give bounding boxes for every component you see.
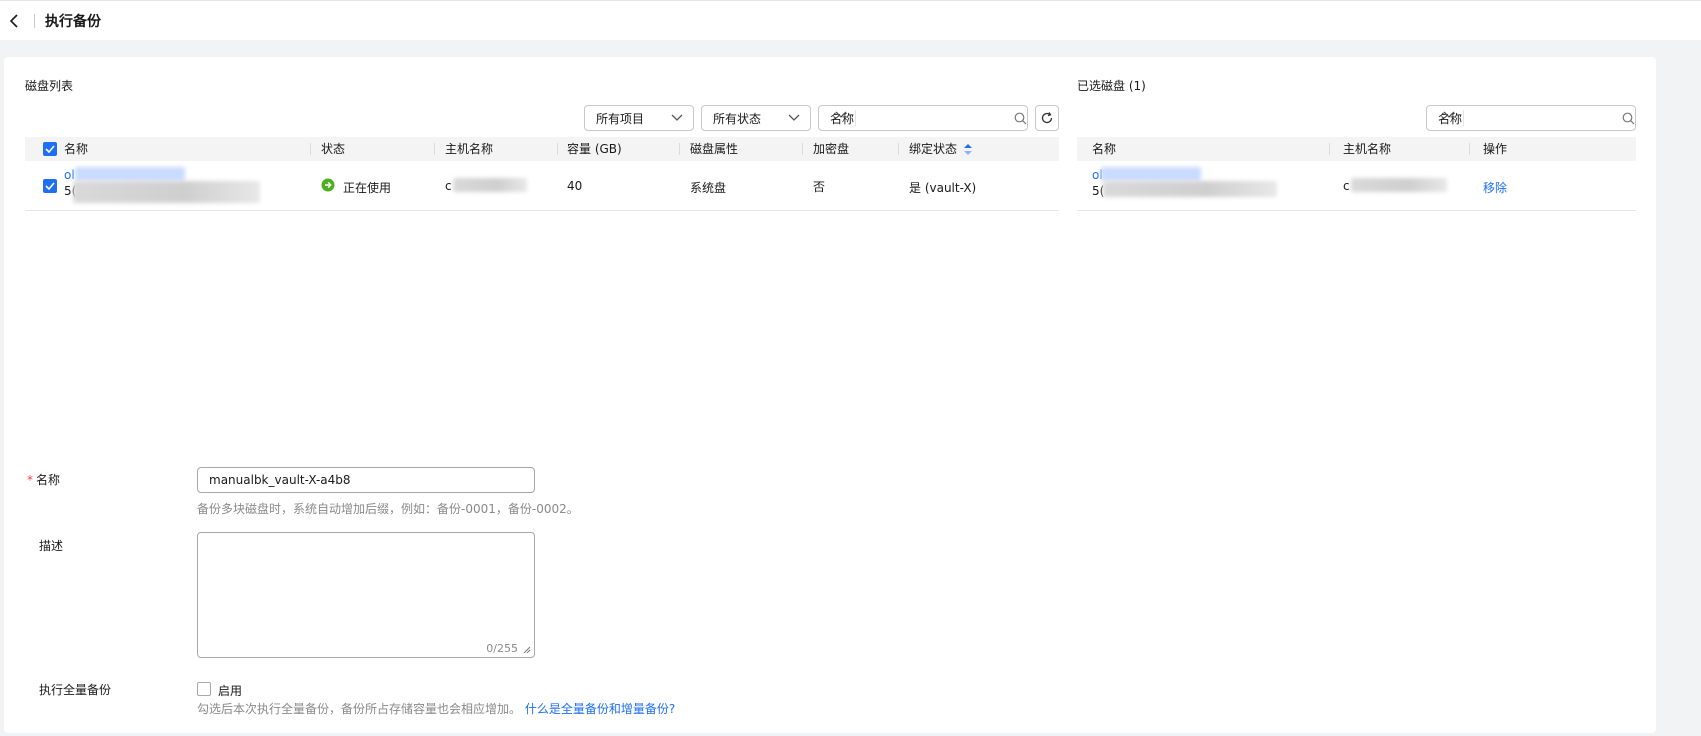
selected-disks-title: 已选磁盘 (1) — [1077, 79, 1146, 93]
disk-binding: 是 (vault-X) — [909, 181, 977, 195]
page-title: 执行备份 — [45, 13, 101, 30]
chevron-down-icon — [788, 114, 800, 121]
name-label: * 名称 — [27, 471, 60, 488]
column-divider — [434, 143, 435, 155]
disk-attribute: 系统盘 — [690, 181, 727, 195]
column-header-name: 名称 — [64, 142, 89, 156]
redacted-id — [1103, 181, 1277, 197]
main-card: 磁盘列表 所有项目 所有状态 名称 名称 状态 主机名称 容量 (GB) 磁盘属 — [4, 57, 1656, 733]
redacted-host — [1351, 178, 1447, 192]
column-header-attribute: 磁盘属性 — [690, 142, 739, 156]
full-vs-incremental-link[interactable]: 什么是全量备份和增量备份? — [525, 702, 675, 716]
description-textarea[interactable]: 0/255 — [197, 532, 535, 658]
column-header-capacity: 容量 (GB) — [567, 142, 622, 156]
column-divider — [1329, 143, 1330, 155]
column-header-name: 名称 — [1092, 142, 1117, 156]
sort-icon[interactable] — [963, 143, 973, 156]
column-divider — [310, 143, 311, 155]
column-header-status: 状态 — [321, 142, 346, 156]
disk-encrypted: 否 — [813, 180, 826, 194]
title-divider — [34, 13, 35, 28]
chevron-down-icon — [671, 114, 683, 121]
full-backup-option[interactable]: 启用 — [218, 682, 242, 699]
disk-host: c — [445, 179, 452, 193]
check-icon — [45, 182, 55, 190]
status-filter-value: 所有状态 — [713, 111, 762, 126]
refresh-icon — [1041, 112, 1053, 124]
selected-search-field-select[interactable]: 名称 — [1427, 110, 1464, 126]
column-header-host: 主机名称 — [1343, 142, 1392, 156]
remove-link[interactable]: 移除 — [1483, 179, 1507, 196]
disk-table-header: 名称 状态 主机名称 容量 (GB) 磁盘属性 加密盘 绑定状态 — [25, 137, 1059, 161]
check-icon — [45, 145, 55, 153]
top-bar: 执行备份 — [0, 0, 1701, 40]
redacted-name — [1101, 167, 1201, 181]
search-field-select[interactable]: 名称 — [819, 110, 856, 126]
redacted-name — [75, 167, 185, 181]
resize-handle-icon[interactable] — [523, 646, 531, 654]
status-filter-select[interactable]: 所有状态 — [701, 105, 811, 131]
column-divider — [557, 143, 558, 155]
table-row: ol 5( c 移除 — [1077, 161, 1636, 211]
chevron-left-icon — [9, 13, 18, 28]
redacted-host — [453, 178, 527, 192]
project-filter-value: 所有项目 — [596, 111, 645, 126]
column-header-binding[interactable]: 绑定状态 — [909, 137, 957, 161]
required-mark: * — [27, 473, 33, 487]
backup-name-input[interactable]: manualbk_vault-X-a4b8 — [197, 467, 535, 493]
column-divider — [1469, 143, 1470, 155]
disk-capacity: 40 — [567, 179, 583, 193]
full-backup-checkbox[interactable] — [197, 682, 211, 696]
description-label: 描述 — [39, 539, 64, 553]
back-button[interactable] — [0, 1, 30, 41]
disk-status: 正在使用 — [343, 181, 392, 195]
column-header-action: 操作 — [1483, 142, 1508, 156]
table-row[interactable]: ol 5( 正在使用 c 40 系统盘 否 是 (vault-X) — [25, 161, 1059, 211]
disk-search-box: 名称 — [818, 105, 1028, 131]
selected-search-input[interactable] — [1464, 107, 1622, 129]
redacted-id — [73, 181, 260, 203]
char-counter: 0/255 — [486, 642, 518, 655]
status-ok-icon — [321, 178, 335, 192]
column-divider — [898, 143, 899, 155]
selected-table-header: 名称 主机名称 操作 — [1077, 137, 1636, 161]
refresh-button[interactable] — [1035, 105, 1059, 131]
full-backup-hint: 勾选后本次执行全量备份，备份所占存储容量也会相应增加。 什么是全量备份和增量备份… — [197, 700, 675, 717]
disk-name-link[interactable]: ol — [64, 168, 75, 182]
search-icon[interactable] — [1014, 112, 1027, 125]
column-divider — [802, 143, 803, 155]
disk-list-title: 磁盘列表 — [25, 79, 74, 93]
name-hint: 备份多块磁盘时，系统自动增加后缀，例如：备份-0001，备份-0002。 — [197, 502, 579, 516]
column-header-encrypted: 加密盘 — [813, 142, 850, 156]
chevron-down-icon — [835, 111, 847, 118]
disk-search-input[interactable] — [856, 107, 1014, 129]
select-all-checkbox[interactable] — [43, 142, 57, 156]
search-icon[interactable] — [1622, 112, 1635, 125]
name-label-text: 名称 — [36, 473, 61, 487]
full-backup-hint-text: 勾选后本次执行全量备份，备份所占存储容量也会相应增加。 — [197, 702, 522, 716]
selected-search-box: 名称 — [1426, 105, 1636, 131]
full-backup-label: 执行全量备份 — [39, 683, 112, 697]
column-divider — [679, 143, 680, 155]
selected-disk-host: c — [1343, 179, 1350, 193]
project-filter-select[interactable]: 所有项目 — [584, 105, 694, 131]
row-checkbox[interactable] — [43, 179, 57, 193]
column-header-host: 主机名称 — [445, 142, 494, 156]
chevron-down-icon — [1443, 111, 1455, 118]
